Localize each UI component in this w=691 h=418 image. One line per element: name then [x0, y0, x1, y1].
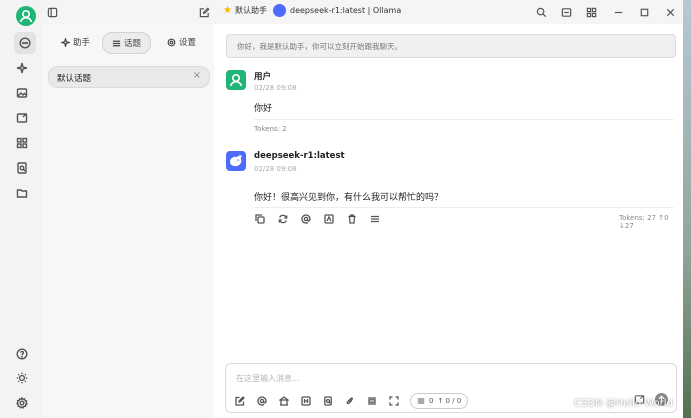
- tab-label: 助手: [73, 38, 91, 48]
- translate-icon[interactable]: [323, 213, 335, 225]
- tab-settings[interactable]: 设置: [167, 32, 196, 52]
- settings-gear-icon[interactable]: [13, 394, 31, 412]
- layout-grid-icon[interactable]: [584, 5, 598, 19]
- sparkle-icon[interactable]: [13, 59, 31, 77]
- context-count: ↑ 0 / 0: [437, 397, 462, 405]
- list-icon: [417, 398, 425, 404]
- message-text: 你好！很高兴见到你，有什么我可以帮忙的吗？: [254, 193, 444, 203]
- knowledge-base-icon[interactable]: [278, 395, 290, 407]
- mention-icon[interactable]: [300, 213, 312, 225]
- search-icon[interactable]: [534, 5, 548, 19]
- current-assistant[interactable]: ★ 默认助手: [223, 5, 267, 16]
- system-prompt-banner[interactable]: 你好，我是默认助手，你可以立刻开始跟我聊天。: [226, 34, 676, 58]
- assistant-message-avatar: [226, 151, 246, 171]
- message-tokens: Tokens: 27 ↑0 ↓27: [619, 214, 669, 230]
- new-chat-edit-icon[interactable]: [197, 5, 211, 19]
- token-count: 0: [429, 397, 434, 405]
- sparkle-icon: [61, 37, 70, 47]
- message-tokens: Tokens: 2: [254, 125, 287, 133]
- model-name: deepseek-r1:latest | Ollama: [290, 6, 402, 15]
- message-author: deepseek-r1:latest: [254, 151, 345, 161]
- fullscreen-icon[interactable]: [559, 5, 573, 19]
- message-text: 你好: [254, 104, 273, 114]
- close-topic-icon[interactable]: ×: [193, 70, 201, 81]
- folder-icon[interactable]: [13, 184, 31, 202]
- token-counter-pill[interactable]: 0 ↑ 0 / 0: [410, 393, 469, 409]
- topic-item[interactable]: 默认话题 ×: [48, 66, 210, 88]
- assistant-name: 默认助手: [234, 6, 267, 15]
- topic-label: 默认话题: [57, 74, 92, 84]
- more-menu-icon[interactable]: [369, 213, 381, 225]
- tab-topics[interactable]: 话题: [102, 32, 152, 54]
- user-message-avatar: [226, 70, 246, 90]
- desktop-wallpaper: [683, 0, 691, 418]
- message-author: 用户: [254, 72, 272, 82]
- message-time: 02/28 09:08: [254, 84, 297, 92]
- mention-model-icon[interactable]: [256, 395, 268, 407]
- image-edit-icon[interactable]: [13, 109, 31, 127]
- tab-assistants[interactable]: 助手: [61, 32, 90, 52]
- left-nav-rail: [0, 0, 43, 418]
- message-divider: [254, 119, 674, 120]
- deepseek-logo-icon: [273, 4, 286, 17]
- chat-area: 你好，我是默认助手，你可以立刻开始跟我聊天。 用户 02/28 09:08 你好…: [214, 24, 683, 418]
- clear-context-icon[interactable]: [366, 395, 378, 407]
- app-window: ★ 默认助手 deepseek-r1:latest | Ollama 助手 话题…: [0, 0, 684, 418]
- attachment-icon[interactable]: [344, 395, 356, 407]
- help-icon[interactable]: [13, 345, 31, 363]
- image-icon[interactable]: [13, 84, 31, 102]
- topics-panel: 助手 话题 设置 默认话题 ×: [42, 24, 215, 418]
- star-icon: ★: [223, 4, 232, 16]
- user-avatar[interactable]: [16, 6, 36, 26]
- title-bar: ★ 默认助手 deepseek-r1:latest | Ollama: [42, 0, 683, 24]
- watermark: CSDN @Hello World: [574, 398, 673, 409]
- system-prompt-text: 你好，我是默认助手，你可以立刻开始跟我聊天。: [237, 42, 402, 51]
- theme-sun-icon[interactable]: [13, 369, 31, 387]
- expand-icon[interactable]: [388, 395, 400, 407]
- new-topic-icon[interactable]: [234, 395, 246, 407]
- composer-toolbar: 0 ↑ 0 / 0: [234, 393, 469, 409]
- gear-icon: [167, 38, 176, 46]
- delete-icon[interactable]: [346, 213, 358, 225]
- maximize-icon[interactable]: [637, 5, 651, 19]
- apps-grid-icon[interactable]: [13, 134, 31, 152]
- tab-label: 设置: [179, 38, 197, 48]
- quick-phrase-icon[interactable]: [322, 395, 334, 407]
- message-divider: [254, 207, 674, 208]
- message-input[interactable]: [234, 370, 638, 386]
- tab-label: 话题: [124, 39, 142, 49]
- model-selector[interactable]: deepseek-r1:latest | Ollama: [273, 4, 401, 17]
- knowledge-search-icon[interactable]: [13, 159, 31, 177]
- list-icon: [112, 40, 121, 46]
- regenerate-icon[interactable]: [277, 213, 289, 225]
- message-actions: [254, 213, 381, 225]
- close-icon[interactable]: [663, 5, 677, 19]
- copy-icon[interactable]: [254, 213, 266, 225]
- chat-icon[interactable]: [14, 32, 36, 54]
- web-search-icon[interactable]: [300, 395, 312, 407]
- message-time: 02/28 09:08: [254, 165, 297, 173]
- minimize-icon[interactable]: [611, 5, 625, 19]
- toggle-sidebar-icon[interactable]: [45, 5, 59, 19]
